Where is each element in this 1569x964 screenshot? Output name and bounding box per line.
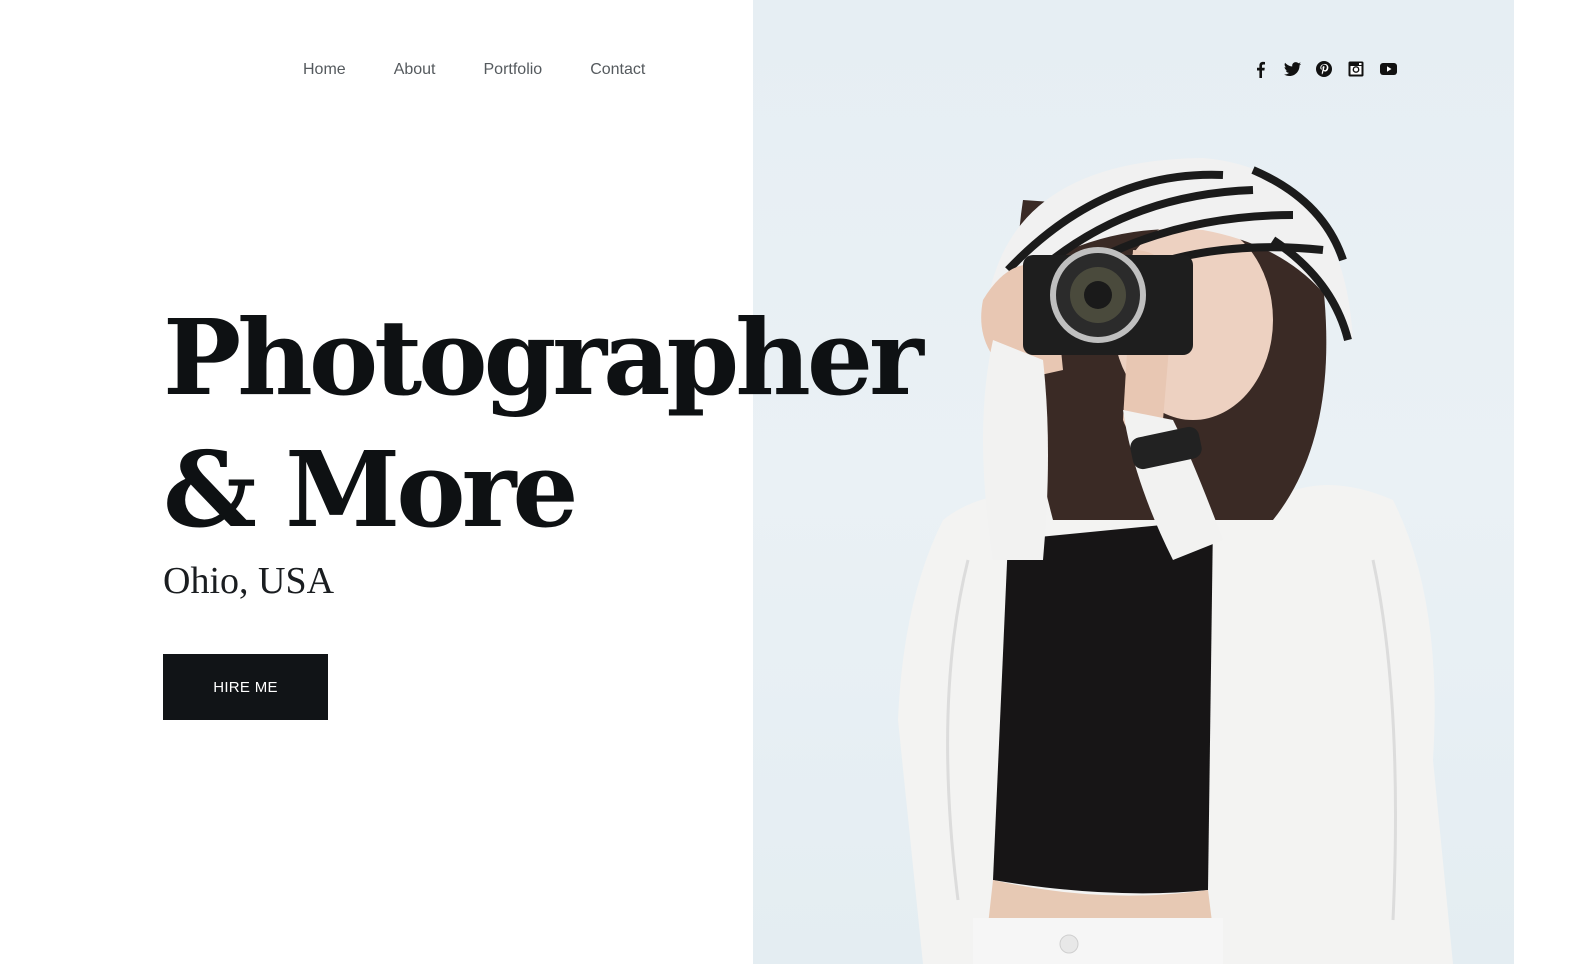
location-text: Ohio, USA bbox=[163, 560, 335, 602]
youtube-icon[interactable] bbox=[1379, 60, 1397, 78]
nav-item-home[interactable]: Home bbox=[303, 59, 346, 81]
instagram-icon[interactable] bbox=[1347, 60, 1365, 78]
facebook-icon[interactable] bbox=[1251, 60, 1269, 78]
nav-item-contact[interactable]: Contact bbox=[590, 59, 645, 81]
social-links bbox=[1251, 60, 1397, 78]
headline-line-2: & More bbox=[163, 428, 579, 551]
nav-item-portfolio[interactable]: Portfolio bbox=[484, 59, 543, 81]
nav-item-about[interactable]: About bbox=[394, 59, 436, 81]
main-nav: Home About Portfolio Contact bbox=[303, 59, 645, 81]
hire-me-button[interactable]: HIRE ME bbox=[163, 654, 328, 720]
headline-line-1: Photographer bbox=[163, 296, 924, 419]
hero-headline: Photographer & More bbox=[163, 292, 924, 556]
pinterest-icon[interactable] bbox=[1315, 60, 1333, 78]
twitter-icon[interactable] bbox=[1283, 60, 1301, 78]
